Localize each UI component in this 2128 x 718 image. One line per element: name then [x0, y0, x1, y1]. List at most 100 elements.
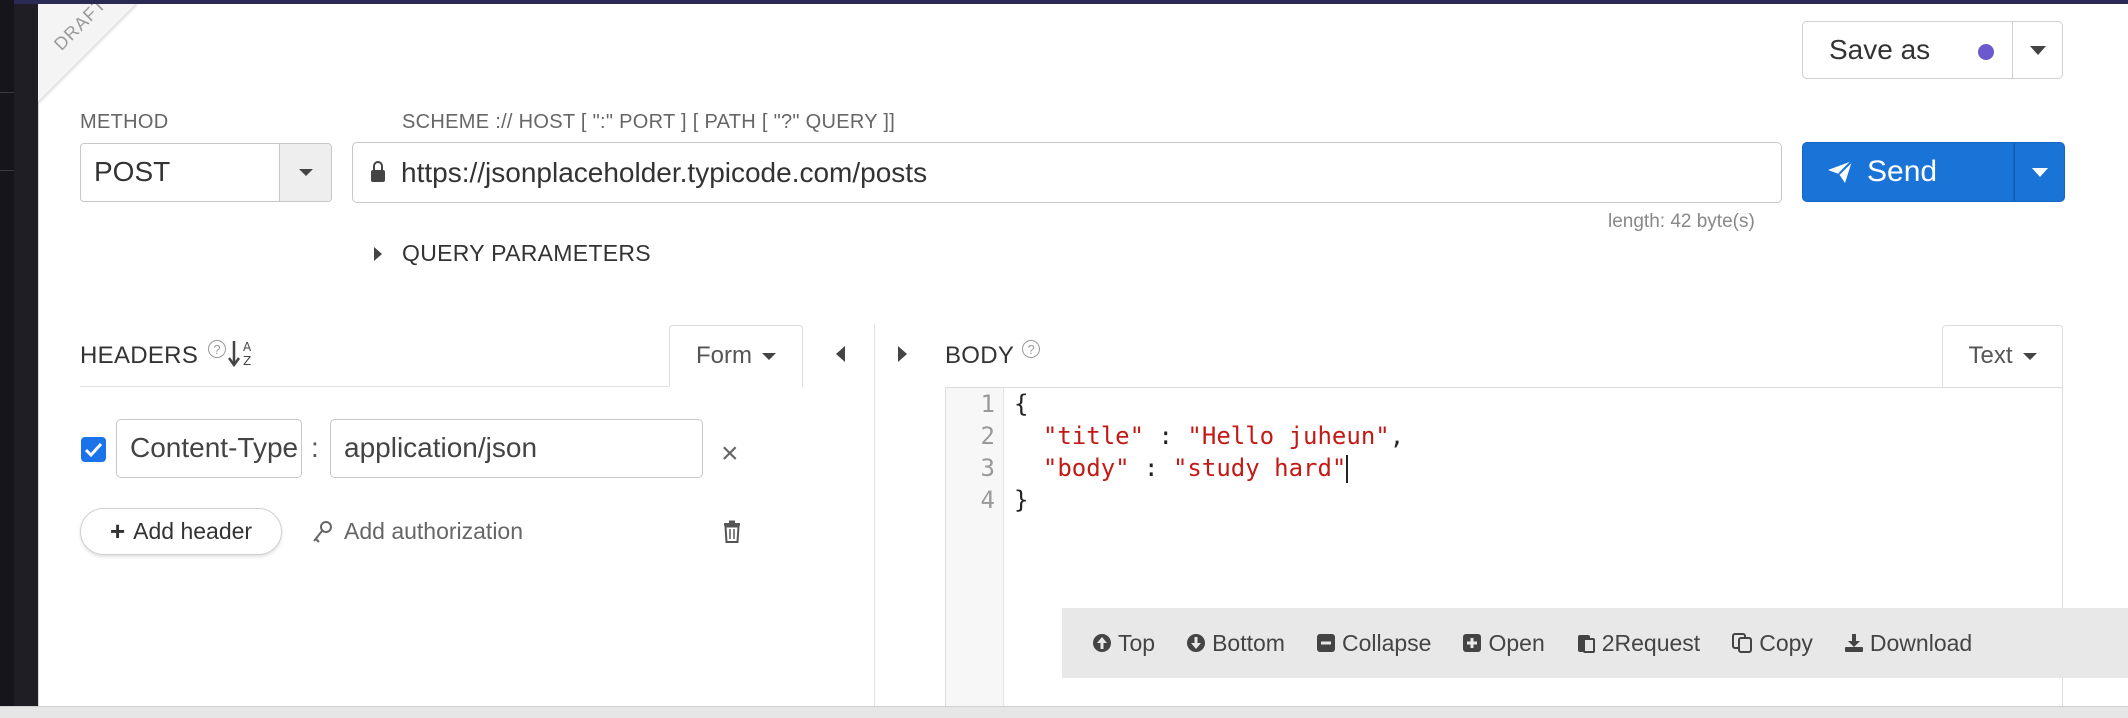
- query-parameters-label: QUERY PARAMETERS: [402, 240, 651, 266]
- plus-square-icon: [1463, 634, 1482, 652]
- header-name-input[interactable]: Content-Type: [116, 419, 302, 478]
- check-icon: [84, 442, 103, 458]
- body-mode-dropdown[interactable]: Text: [1942, 325, 2063, 387]
- copy-label: Copy: [1759, 629, 1813, 656]
- caret-left-icon: [836, 346, 845, 362]
- caret-right-icon: [898, 346, 907, 362]
- scroll-bottom-button[interactable]: Bottom: [1186, 630, 1285, 657]
- clipboard-icon: [1577, 635, 1595, 653]
- chevron-down-icon: [2031, 167, 2048, 177]
- header-colon: :: [311, 432, 319, 463]
- line-number: 2: [980, 422, 995, 450]
- json-key: "body": [1042, 454, 1130, 482]
- download-label: Download: [1869, 629, 1973, 656]
- lock-icon: [371, 160, 385, 182]
- copy-icon: [1732, 633, 1753, 653]
- code-line: "title" : "Hello juheun",: [1014, 422, 1404, 454]
- add-header-label: Add header: [133, 518, 253, 544]
- svg-text:A: A: [243, 340, 252, 354]
- headers-title: HEADERS ?: [80, 340, 227, 370]
- chevron-down-icon: [762, 352, 776, 360]
- body-toolbar: Top Bottom Collapse Open 2Request Copy D…: [1062, 608, 2128, 678]
- panel-divider[interactable]: [874, 324, 875, 706]
- save-as-group: Save as: [1802, 21, 2063, 79]
- json-comma: ,: [1389, 422, 1405, 450]
- sort-alpha-icon[interactable]: A Z: [228, 337, 258, 371]
- send-group: Send: [1802, 142, 2065, 202]
- chevron-down-icon: [2029, 45, 2046, 55]
- trash-icon[interactable]: [722, 520, 742, 544]
- headers-mode-label: Form: [696, 342, 752, 369]
- add-authorization-label: Add authorization: [344, 518, 524, 544]
- save-as-label: Save as: [1829, 34, 1931, 65]
- url-length: length: 42 byte(s): [1608, 211, 1755, 232]
- bottom-status-bar: [0, 706, 2128, 718]
- code-content[interactable]: { "title" : "Hello juheun", "body" : "st…: [1014, 388, 1404, 518]
- top-label: Top: [1118, 629, 1156, 656]
- bottom-label: Bottom: [1212, 629, 1285, 656]
- chevron-down-icon: [2022, 352, 2037, 360]
- line-number: 4: [980, 486, 995, 514]
- scroll-top-button[interactable]: Top: [1092, 630, 1155, 657]
- expand-right-button[interactable]: [898, 344, 914, 364]
- line-number: 3: [980, 454, 995, 482]
- method-value: POST: [94, 156, 171, 187]
- unsaved-dot-icon: [1978, 44, 1994, 60]
- paper-plane-icon: [1828, 160, 1853, 183]
- help-icon[interactable]: ?: [208, 340, 227, 358]
- method-dropdown-button[interactable]: [279, 144, 331, 201]
- download-icon: [1844, 634, 1863, 652]
- json-value: "Hello juheun": [1187, 422, 1390, 450]
- to-request-label: 2Request: [1601, 629, 1701, 656]
- json-value: "study hard": [1172, 454, 1347, 482]
- url-value: https://jsonplaceholder.typicode.com/pos…: [401, 156, 928, 188]
- json-sep: :: [1129, 454, 1173, 482]
- left-sidebar-strip: [0, 0, 14, 718]
- svg-text:Z: Z: [243, 354, 251, 368]
- body-label: BODY: [945, 342, 1015, 369]
- headers-mode-dropdown[interactable]: Form: [669, 325, 803, 387]
- send-label: Send: [1867, 155, 1938, 188]
- code-line: "body" : "study hard": [1014, 454, 1404, 486]
- chevron-down-icon: [298, 169, 313, 176]
- save-options-dropdown[interactable]: [2013, 21, 2063, 79]
- line-number: 1: [980, 390, 995, 418]
- code-line: }: [1014, 486, 1404, 518]
- draft-ribbon: DRAFT: [38, 4, 138, 104]
- download-button[interactable]: Download: [1844, 630, 1972, 657]
- plus-icon: +: [109, 516, 126, 546]
- url-format-label: SCHEME :// HOST [ ":" PORT ] [ PATH [ "?…: [402, 111, 896, 133]
- code-brace: {: [1014, 390, 1029, 418]
- body-mode-label: Text: [1968, 342, 2013, 369]
- json-sep: :: [1144, 422, 1188, 450]
- collapse-left-button[interactable]: [836, 344, 852, 364]
- key-icon: [313, 520, 332, 543]
- code-brace: }: [1014, 486, 1029, 514]
- send-options-dropdown[interactable]: [2014, 142, 2065, 202]
- url-input[interactable]: https://jsonplaceholder.typicode.com/pos…: [352, 142, 1782, 203]
- query-parameters-toggle[interactable]: QUERY PARAMETERS: [374, 240, 651, 267]
- json-key: "title": [1042, 422, 1145, 450]
- open-button[interactable]: Open: [1462, 630, 1545, 657]
- method-select[interactable]: POST: [80, 143, 332, 202]
- arrow-down-circle-icon: [1187, 634, 1206, 652]
- save-as-button[interactable]: Save as: [1802, 21, 2013, 79]
- header-value-input[interactable]: application/json: [330, 419, 703, 478]
- arrow-up-circle-icon: [1093, 634, 1111, 652]
- add-authorization-link[interactable]: Add authorization: [312, 518, 523, 545]
- to-request-button[interactable]: 2Request: [1576, 630, 1700, 657]
- text-cursor: [1346, 455, 1349, 483]
- copy-button[interactable]: Copy: [1731, 630, 1813, 657]
- body-title: BODY ?: [945, 340, 1041, 370]
- add-header-button[interactable]: + Add header: [80, 508, 282, 555]
- collapse-button[interactable]: Collapse: [1316, 629, 1432, 657]
- remove-header-icon[interactable]: ×: [721, 437, 739, 471]
- send-button[interactable]: Send: [1802, 142, 2014, 202]
- header-enabled-checkbox[interactable]: [81, 437, 106, 462]
- help-icon[interactable]: ?: [1022, 340, 1041, 358]
- collapse-label: Collapse: [1341, 629, 1432, 656]
- method-label: METHOD: [80, 111, 169, 133]
- code-line: {: [1014, 390, 1404, 422]
- line-number-gutter: 1 2 3 4: [946, 388, 1004, 706]
- caret-right-icon: [374, 246, 382, 261]
